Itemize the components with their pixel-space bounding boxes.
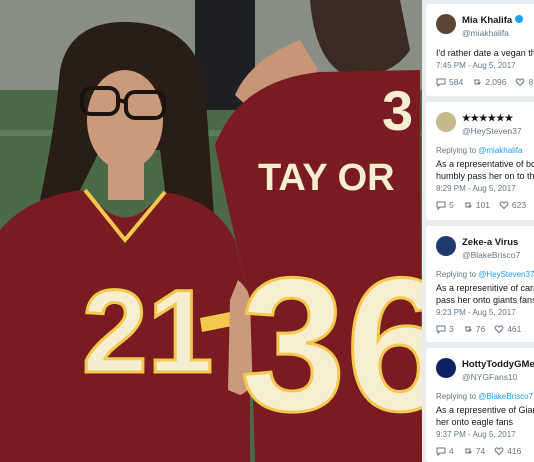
reply-button[interactable]: 584 <box>436 77 463 87</box>
heart-icon <box>499 201 509 210</box>
verified-badge-icon <box>515 15 524 24</box>
avatar[interactable] <box>436 358 456 378</box>
display-name[interactable]: Zeke-a Virus <box>462 237 518 248</box>
reply-icon <box>436 447 446 456</box>
like-count: 8 <box>528 77 534 87</box>
tweet-text-line: pass her onto giants fans <box>436 295 534 305</box>
timestamp[interactable]: 9:23 PM - Aug 5, 2017 <box>436 308 534 317</box>
retweet-icon <box>474 79 482 85</box>
replying-to: Replying to @miakhalifa <box>436 146 534 155</box>
timestamp[interactable]: 8:29 PM - Aug 5, 2017 <box>436 184 534 193</box>
retweet-button[interactable]: 2,096 <box>472 77 506 87</box>
user-handle[interactable]: @NYGFans10 <box>462 372 517 382</box>
tweet-text: As a representive of Giar her onto eagle… <box>436 404 534 428</box>
replying-to-label: Replying to <box>436 270 479 279</box>
heart-icon <box>516 78 525 87</box>
user-handle[interactable]: @HeySteven37 <box>462 126 522 136</box>
like-button[interactable]: 416 <box>494 446 521 456</box>
retweet-count: 74 <box>475 446 486 456</box>
jersey-number-left: 21 <box>82 266 213 398</box>
reply-icon <box>436 78 446 87</box>
reply-count: 4 <box>449 446 454 456</box>
reply-button[interactable]: 3 <box>436 324 454 334</box>
reply-icon <box>436 325 446 334</box>
tweet-actions: 5 101 623 <box>436 200 534 210</box>
retweet-button[interactable]: 101 <box>463 200 490 210</box>
jersey-shoulder-number: 3 <box>382 79 413 142</box>
timestamp[interactable]: 7:45 PM - Aug 5, 2017 <box>436 61 534 70</box>
tweet-actions: 3 76 461 <box>436 324 534 334</box>
photo: 21 TAY OR 36 3 <box>0 0 422 462</box>
tweet-text: As a represenitive of carr pass her onto… <box>436 282 534 306</box>
heart-icon <box>494 447 504 456</box>
heart-icon <box>494 325 504 334</box>
avatar[interactable] <box>436 236 456 256</box>
replying-to: Replying to @HeySteven37 <box>436 270 534 279</box>
reply-count: 5 <box>449 200 454 210</box>
user-handle[interactable]: @miakhalifa <box>462 28 509 38</box>
tweet-card[interactable]: HottyToddyGMen @NYGFans10 Replying to @B… <box>426 348 534 462</box>
display-name[interactable]: Mia Khalifa <box>462 15 512 26</box>
display-name[interactable]: HottyToddyGMen <box>462 359 534 370</box>
tweet-card[interactable]: ★★★★★★ @HeySteven37 Replying to @miakhal… <box>426 102 534 220</box>
replying-to-link[interactable]: @miakhalifa <box>478 146 522 155</box>
tweet-actions: 584 2,096 8 <box>436 77 534 87</box>
avatar[interactable] <box>436 14 456 34</box>
replying-to: Replying to @BlakeBrisco7 <box>436 392 534 401</box>
like-button[interactable]: 623 <box>499 200 526 210</box>
reply-button[interactable]: 4 <box>436 446 454 456</box>
jersey-number-right: 36 <box>240 239 422 451</box>
retweet-count: 101 <box>475 200 490 210</box>
like-count: 416 <box>507 446 522 456</box>
replying-to-label: Replying to <box>436 146 479 155</box>
retweet-icon <box>464 448 472 454</box>
tweet-text-line: her onto eagle fans <box>436 417 514 427</box>
user-handle[interactable]: @BlakeBrisco7 <box>462 250 520 260</box>
replying-to-link[interactable]: @BlakeBrisco7 <box>478 392 533 401</box>
tweet-text-line: humbly pass her on to th <box>436 171 534 181</box>
retweet-count: 76 <box>475 324 486 334</box>
tweet-actions: 4 74 416 <box>436 446 534 456</box>
tweet-text-line: I'd rather date a vegan the <box>436 48 534 58</box>
tweet-text: As a representative of bo humbly pass he… <box>436 158 534 182</box>
retweet-icon <box>464 202 472 208</box>
replying-to-label: Replying to <box>436 392 479 401</box>
tweet-text-line: As a represenitive of carr <box>436 283 534 293</box>
tweet-text: I'd rather date a vegan the <box>436 47 534 59</box>
reply-count: 3 <box>449 324 454 334</box>
retweet-button[interactable]: 74 <box>463 446 485 456</box>
like-count: 461 <box>507 324 522 334</box>
reply-button[interactable]: 5 <box>436 200 454 210</box>
avatar[interactable] <box>436 112 456 132</box>
tweet-text-line: As a representive of Giar <box>436 405 534 415</box>
reply-count: 584 <box>449 77 464 87</box>
tweet-text-line: As a representative of bo <box>436 159 534 169</box>
retweet-button[interactable]: 76 <box>463 324 485 334</box>
replying-to-link[interactable]: @HeySteven37 <box>478 270 534 279</box>
tweet-feed: Mia Khalifa @miakhalifa I'd rather date … <box>422 0 534 462</box>
retweet-count: 2,096 <box>485 77 507 87</box>
timestamp[interactable]: 9:37 PM - Aug 5, 2017 <box>436 430 534 439</box>
like-button[interactable]: 8 <box>515 77 533 87</box>
reply-icon <box>436 201 446 210</box>
jersey-name-right: TAY OR <box>258 157 395 199</box>
photo-illustration: 21 TAY OR 36 3 <box>0 0 422 462</box>
like-button[interactable]: 461 <box>494 324 521 334</box>
retweet-icon <box>464 326 472 332</box>
display-name[interactable]: ★★★★★★ <box>462 113 513 124</box>
tweet-card[interactable]: Zeke-a Virus @BlakeBrisco7 Replying to @… <box>426 226 534 342</box>
like-count: 623 <box>511 200 527 210</box>
tweet-card[interactable]: Mia Khalifa @miakhalifa I'd rather date … <box>426 4 534 96</box>
